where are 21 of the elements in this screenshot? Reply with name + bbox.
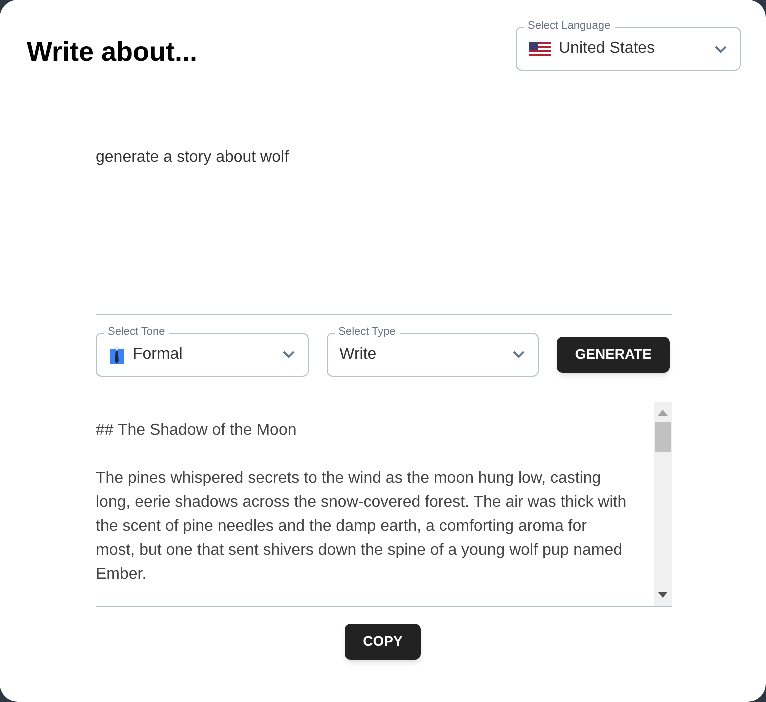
generate-button[interactable]: GENERATE xyxy=(557,336,670,372)
scroll-down-icon[interactable] xyxy=(658,592,668,598)
scroll-up-icon[interactable] xyxy=(658,410,668,416)
select-value: United States xyxy=(559,39,656,59)
chevron-down-icon xyxy=(512,350,526,359)
dialog-title: Write about... xyxy=(27,36,198,69)
field-label: Select Language xyxy=(524,19,615,33)
copy-button[interactable]: COPY xyxy=(345,624,421,660)
chevron-down-icon xyxy=(714,44,728,54)
shirt-tie-icon xyxy=(109,346,125,364)
chevron-down-icon xyxy=(282,350,296,359)
field-label: Select Tone xyxy=(104,324,170,338)
select-value: Formal xyxy=(133,344,184,364)
select-value: Write xyxy=(340,344,378,364)
scrollbar[interactable] xyxy=(654,402,672,606)
flag-icon xyxy=(529,42,551,56)
field-label: Select Type xyxy=(334,324,400,338)
scroll-thumb[interactable] xyxy=(655,422,671,452)
output-paragraph: ## The Shadow of the Moon xyxy=(96,420,298,440)
prompt-field[interactable]: generate a story about wolf xyxy=(96,138,672,314)
output-paragraph: The pines whispered secrets to the wind as the moon hung low, casting long, eerie shadows across the snow-covered forest. The air was thick with the scent of pine needles and the damp earth, a comforting aroma for most, but one that sent shivers down the spine of a young wolf pup named Ember. xyxy=(96,468,628,584)
